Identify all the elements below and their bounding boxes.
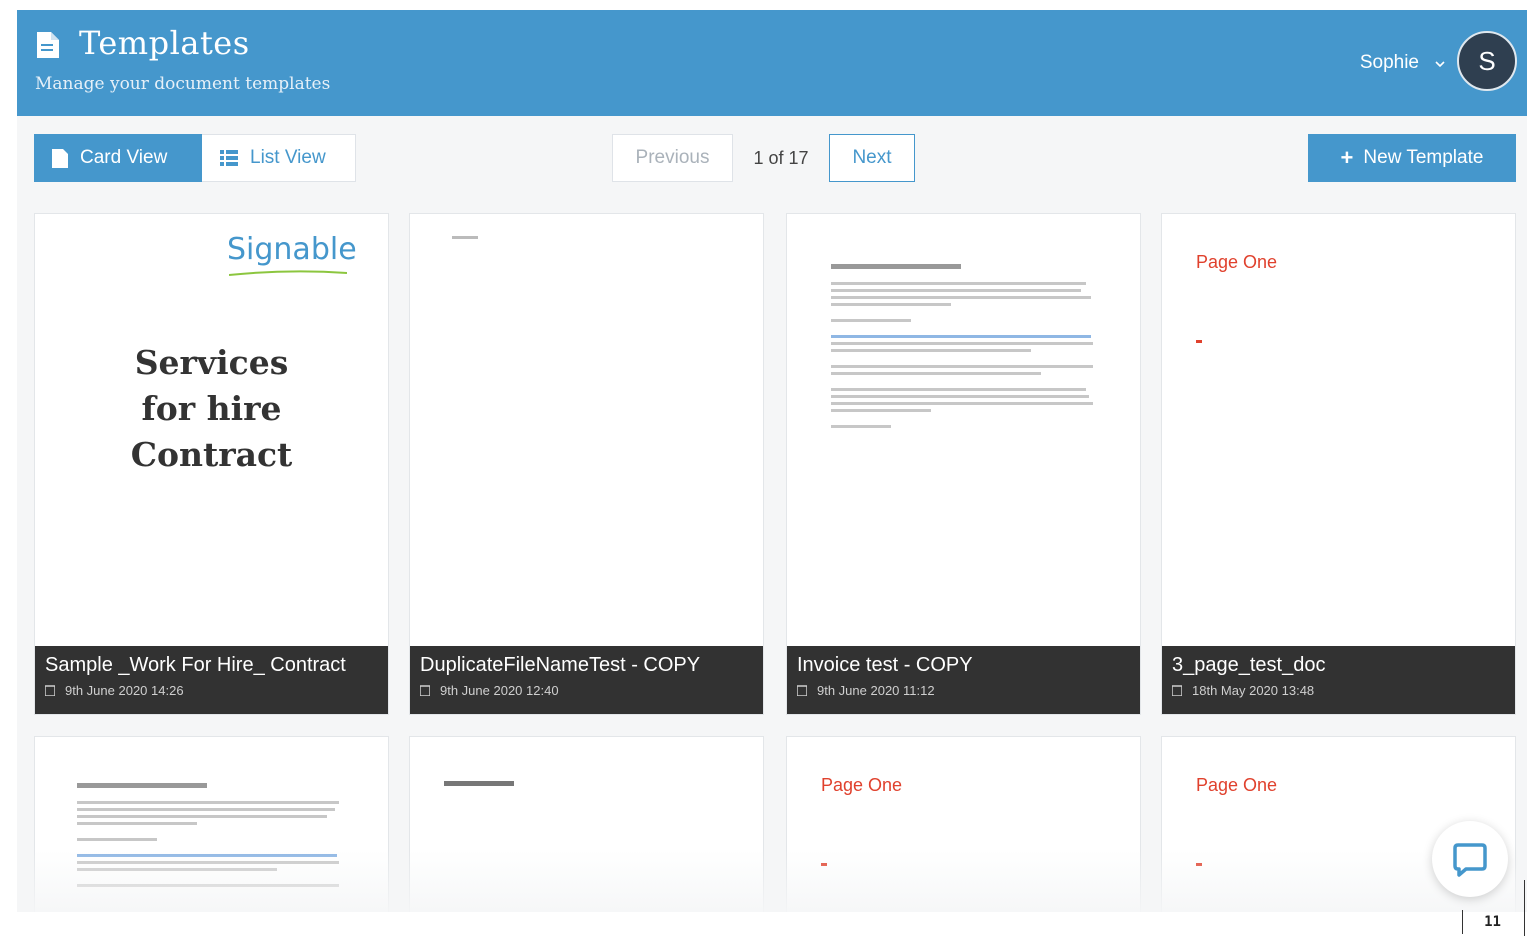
new-template-label: New Template	[1363, 147, 1484, 168]
preview-mark	[1196, 340, 1202, 343]
preview-mark	[821, 863, 827, 866]
page-subtitle: Manage your document templates	[35, 74, 331, 94]
user-menu[interactable]: Sophie	[1360, 52, 1419, 74]
template-card[interactable]	[34, 736, 389, 912]
template-name: Invoice test - COPY	[797, 654, 973, 676]
template-date: 9th June 2020 14:26	[65, 683, 184, 698]
plus-icon: +	[1340, 145, 1354, 170]
template-name: Sample _Work For Hire_ Contract	[45, 654, 346, 676]
calendar-icon	[797, 685, 807, 696]
card-footer: DuplicateFileNameTest - COPY 9th June 20…	[410, 646, 763, 714]
contract-title-line: for hire	[141, 389, 282, 428]
card-icon	[52, 148, 68, 168]
document-preview	[77, 783, 347, 891]
template-name: DuplicateFileNameTest - COPY	[420, 654, 701, 676]
template-card[interactable]: Invoice test - COPY 9th June 2020 11:12	[786, 213, 1141, 715]
preview-heading	[452, 236, 478, 239]
list-view-button[interactable]: List View	[202, 134, 356, 182]
template-card[interactable]: Signable Services for hire Contract Samp…	[34, 213, 389, 715]
page-one-heading: Page One	[1196, 775, 1278, 795]
next-button[interactable]: Next	[829, 134, 915, 182]
avatar[interactable]: S	[1457, 31, 1517, 91]
contract-title-line: Contract	[130, 435, 293, 474]
template-card[interactable]	[409, 736, 764, 912]
page-count: 1 of 17	[753, 147, 809, 168]
card-footer: 3_page_test_doc 18th May 2020 13:48	[1162, 646, 1515, 714]
preview-mark	[1196, 863, 1202, 866]
template-date-row: 9th June 2020 12:40	[420, 683, 753, 698]
card-footer: Sample _Work For Hire_ Contract 9th June…	[35, 646, 388, 714]
page-one-heading: Page One	[1196, 252, 1278, 272]
app-window: Templates Manage your document templates…	[17, 10, 1527, 912]
template-date-row: 18th May 2020 13:48	[1172, 683, 1505, 698]
chat-icon	[1453, 843, 1487, 877]
document-preview	[831, 264, 1096, 432]
template-date-row: 9th June 2020 11:12	[797, 683, 1130, 698]
new-template-button[interactable]: + New Template	[1308, 134, 1516, 182]
list-icon	[220, 150, 238, 166]
template-date: 9th June 2020 11:12	[817, 683, 935, 698]
template-date-row: 9th June 2020 14:26	[45, 683, 378, 698]
logo-swoosh	[229, 270, 347, 276]
previous-button[interactable]: Previous	[612, 134, 733, 182]
chevron-down-icon[interactable]	[1435, 59, 1445, 69]
contract-title-line: Services	[134, 343, 289, 382]
template-card[interactable]: Page One	[786, 736, 1141, 912]
contract-title: Services for hire Contract	[35, 340, 388, 478]
divider	[1524, 880, 1525, 936]
page-header: Templates Manage your document templates…	[17, 10, 1527, 116]
signable-logo: Signable	[227, 232, 357, 267]
template-card[interactable]: Page One 3_page_test_doc 18th May 2020 1…	[1161, 213, 1516, 715]
page-number: 11	[1462, 910, 1522, 934]
document-icon	[37, 32, 59, 58]
template-date: 18th May 2020 13:48	[1192, 683, 1315, 698]
page-title: Templates	[79, 24, 250, 62]
calendar-icon	[420, 685, 430, 696]
template-date: 9th June 2020 12:40	[440, 683, 559, 698]
chat-launcher-button[interactable]	[1432, 821, 1508, 897]
calendar-icon	[1172, 685, 1182, 696]
card-view-button[interactable]: Card View	[34, 134, 202, 182]
template-card[interactable]: DuplicateFileNameTest - COPY 9th June 20…	[409, 213, 764, 715]
card-view-label: Card View	[80, 147, 168, 168]
list-view-label: List View	[250, 147, 326, 168]
card-footer: Invoice test - COPY 9th June 2020 11:12	[787, 646, 1140, 714]
calendar-icon	[45, 685, 55, 696]
page-one-heading: Page One	[821, 775, 903, 795]
preview-heading	[444, 781, 514, 786]
template-name: 3_page_test_doc	[1172, 654, 1326, 676]
